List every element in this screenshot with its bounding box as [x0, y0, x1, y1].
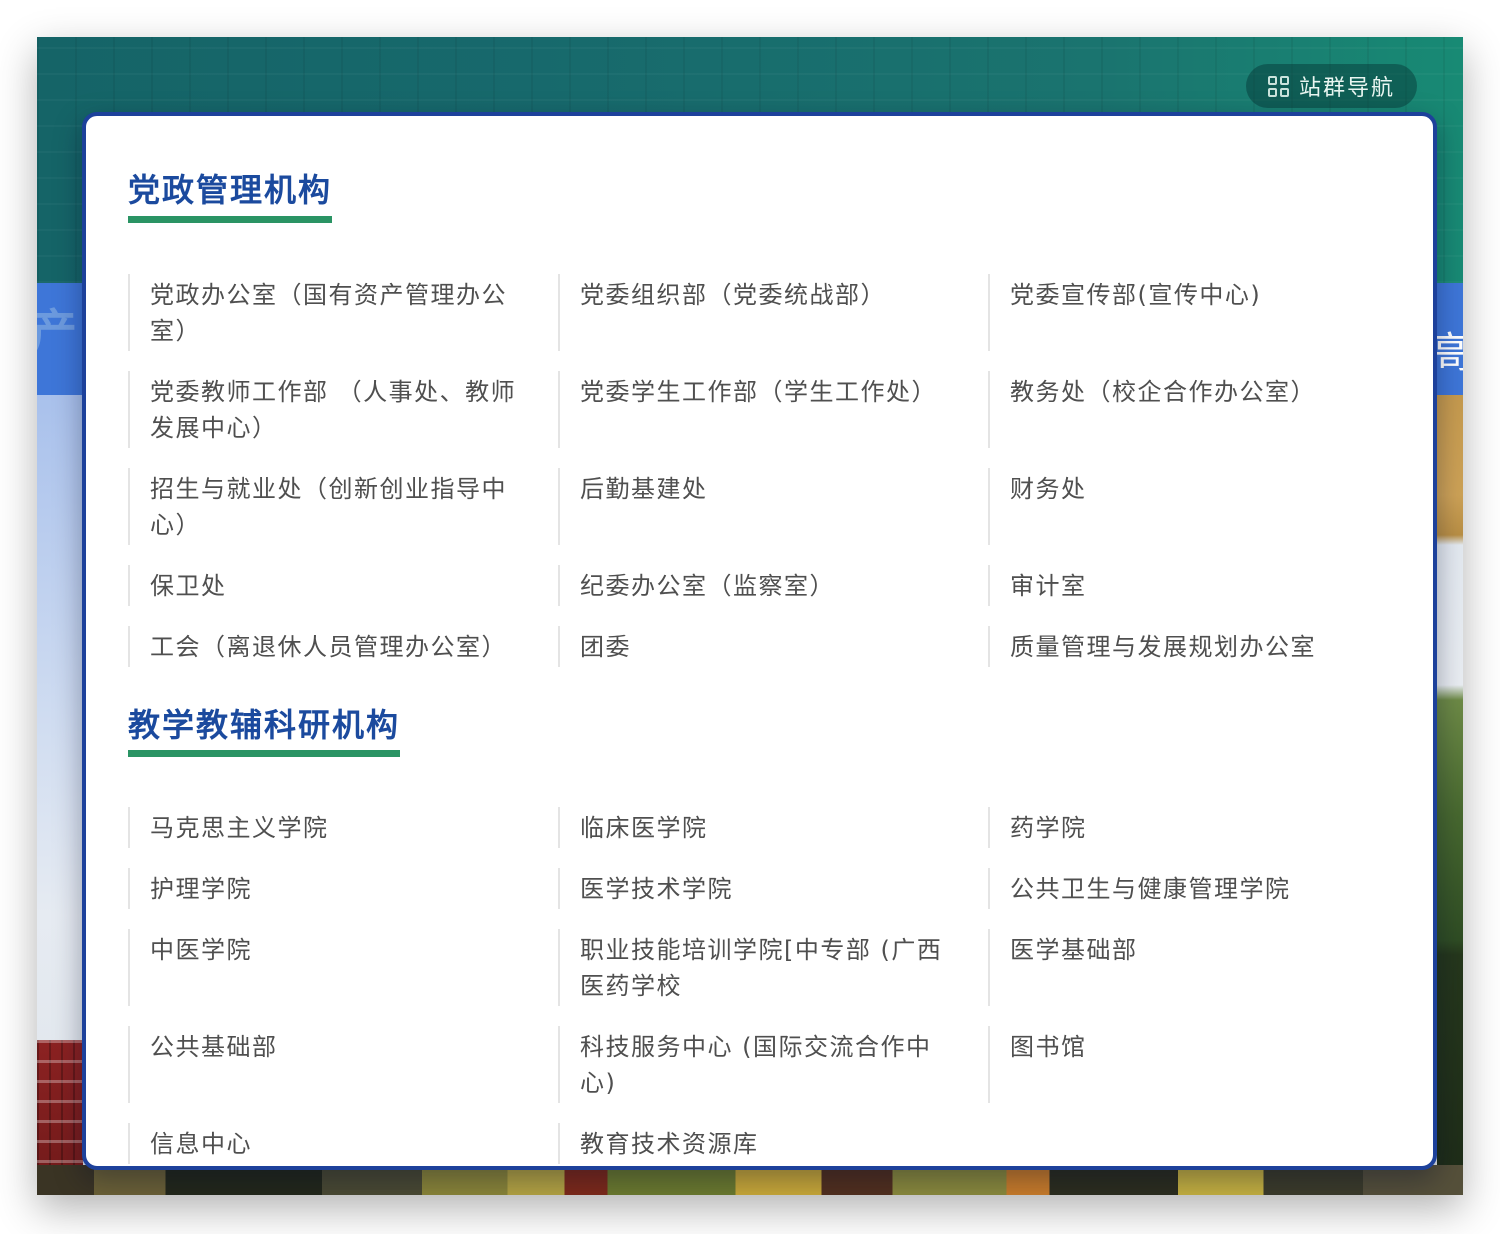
org-link[interactable]: 党委教师工作部 （人事处、教师发展中心）: [128, 371, 558, 448]
org-grid-party-admin: 党政办公室（国有资产管理办公室）党委组织部（党委统战部）党委宣传部(宣传中心)党…: [128, 274, 1391, 667]
org-link[interactable]: 财务处: [988, 468, 1418, 545]
org-link[interactable]: 保卫处: [128, 565, 558, 606]
page-content: 产 高 站群导航 党政管理机构 党政办公室（国有资产管理办公室）党委组织部（党委…: [37, 37, 1463, 1195]
org-link[interactable]: 教育技术资源库: [558, 1123, 988, 1164]
org-link[interactable]: 质量管理与发展规划办公室: [988, 626, 1418, 667]
org-link[interactable]: 党委学生工作部（学生工作处）: [558, 371, 988, 448]
section-1-title-wrap: 党政管理机构: [128, 174, 1391, 223]
org-link[interactable]: 科技服务中心 (国际交流合作中心): [558, 1026, 988, 1103]
org-link[interactable]: 党政办公室（国有资产管理办公室）: [128, 274, 558, 351]
header-watermark-glyph: 产: [37, 295, 77, 361]
org-link[interactable]: 医学基础部: [988, 929, 1418, 1006]
org-link[interactable]: 临床医学院: [558, 807, 988, 848]
screenshot-stage: 产 高 站群导航 党政管理机构 党政办公室（国有资产管理办公室）党委组织部（党委…: [0, 0, 1500, 1234]
org-link[interactable]: 药学院: [988, 807, 1418, 848]
section-title-party-admin[interactable]: 党政管理机构: [128, 174, 332, 223]
org-link[interactable]: 团委: [558, 626, 988, 667]
org-link[interactable]: 后勤基建处: [558, 468, 988, 545]
org-link[interactable]: 招生与就业处（创新创业指导中心）: [128, 468, 558, 545]
org-link[interactable]: 马克思主义学院: [128, 807, 558, 848]
grid-icon: [1268, 76, 1289, 97]
site-navigation-modal: 党政管理机构 党政办公室（国有资产管理办公室）党委组织部（党委统战部）党委宣传部…: [82, 112, 1437, 1170]
org-link[interactable]: 党委组织部（党委统战部）: [558, 274, 988, 351]
org-link[interactable]: 职业技能培训学院[中专部 (广西医药学校: [558, 929, 988, 1006]
photo-left-strip: [37, 395, 83, 1195]
org-link[interactable]: 公共卫生与健康管理学院: [988, 868, 1418, 909]
org-grid-teaching-research: 马克思主义学院临床医学院药学院护理学院医学技术学院公共卫生与健康管理学院中医学院…: [128, 807, 1391, 1164]
site-group-nav-label: 站群导航: [1299, 70, 1395, 102]
org-link[interactable]: 护理学院: [128, 868, 558, 909]
org-link[interactable]: 党委宣传部(宣传中心): [988, 274, 1418, 351]
org-link[interactable]: 教务处（校企合作办公室）: [988, 371, 1418, 448]
org-link[interactable]: 医学技术学院: [558, 868, 988, 909]
section-2-title-wrap: 教学教辅科研机构: [128, 709, 1391, 758]
org-link[interactable]: 信息中心: [128, 1123, 558, 1164]
org-link[interactable]: 审计室: [988, 565, 1418, 606]
section-title-teaching-research[interactable]: 教学教辅科研机构: [128, 709, 400, 758]
org-link[interactable]: 中医学院: [128, 929, 558, 1006]
org-link[interactable]: 工会（离退休人员管理办公室）: [128, 626, 558, 667]
org-link[interactable]: 图书馆: [988, 1026, 1418, 1103]
photo-right-strip: [1437, 395, 1463, 1195]
org-link[interactable]: 纪委办公室（监察室）: [558, 565, 988, 606]
site-group-nav-button[interactable]: 站群导航: [1246, 64, 1417, 108]
org-link[interactable]: 公共基础部: [128, 1026, 558, 1103]
